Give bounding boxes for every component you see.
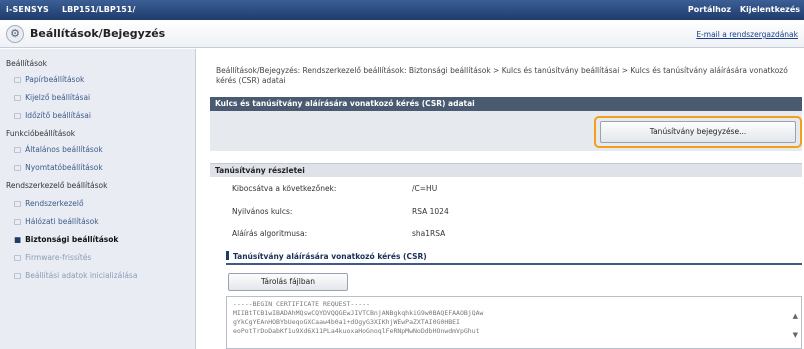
save-to-file-button[interactable]: Tárolás fájlban [228,273,348,291]
sidebar-item-firmware[interactable]: □ Firmware-frissítés [14,253,91,262]
scroll-down-arrow-icon[interactable]: ▼ [793,331,798,339]
csr-line: -----BEGIN CERTIFICATE REQUEST----- [233,300,370,308]
brand-logo: i-SENSYS [6,5,49,14]
detail-label-issued-to: Kibocsátva a következőnek: [232,184,337,193]
sidebar-group-system: Rendszerkezelő beállítások [6,181,108,190]
detail-label-signature-algorithm: Aláírás algoritmusa: [232,229,308,238]
scroll-up-arrow-icon[interactable]: ▲ [793,312,798,320]
top-bar: i-SENSYS LBP151/LBP151/ Portálhoz Kijele… [0,0,804,20]
csr-line: eoPotTrDoDabKf1u9Xd6X11PLa4kuoxaHoGnoqlF… [233,327,480,335]
sidebar-item-display[interactable]: □ Kijelző beállításai [14,93,90,102]
sidebar-item-general[interactable]: □ Általános beállítások [14,145,103,154]
sidebar-item-printer[interactable]: □ Nyomtatóbeállítások [14,163,103,172]
detail-label-public-key: Nyilvános kulcs: [232,207,293,216]
register-certificate-button[interactable]: Tanúsítvány bejegyzése... [600,121,796,143]
portal-link[interactable]: Portálhoz [688,5,731,14]
sidebar-group-functions: Funkcióbeállítások [6,129,76,138]
sidebar-item-network[interactable]: □ Hálózati beállítások [14,217,99,226]
model-name: LBP151/LBP151/ [62,5,136,14]
email-admin-link[interactable]: E-mail a rendszergazdának [696,30,798,39]
detail-value-issued-to: /C=HU [412,184,438,193]
sidebar-item-system-manager[interactable]: □ Rendszerkezelő [14,199,84,208]
sidebar-item-initialize[interactable]: □ Beállítási adatok inicializálása [14,271,137,280]
sidebar: Beállítások □ Papírbeállítások □ Kijelző b… [0,49,196,349]
csr-textarea[interactable]: -----BEGIN CERTIFICATE REQUEST----- MIIB… [226,296,802,349]
gear-icon: ⚙ [6,25,24,43]
logout-link[interactable]: Kijelentkezés [740,5,800,14]
csr-line: gYkCgYEAnHOBYbUeqoGXCaaw4b0a1+dOgyG3XIKh… [233,318,460,326]
csr-panel-title: Kulcs és tanúsítvány aláírására vonatkoz… [210,97,802,111]
breadcrumb: Beállítások/Bejegyzés: Rendszerkezelő be… [216,66,788,85]
detail-value-signature-algorithm: sha1RSA [412,229,446,238]
csr-line: MIIBtTCB1wIBADAhMQswCQYDVQQGEwJIVTCBnjAN… [233,309,484,317]
details-title: Tanúsítvány részletei [210,163,802,177]
sidebar-item-timer[interactable]: □ Időzítő beállításai [14,111,91,120]
top-links: Portálhoz Kijelentkezés [682,5,800,14]
detail-value-public-key: RSA 1024 [412,207,449,216]
sidebar-item-paper[interactable]: □ Papírbeállítások [14,75,84,84]
page-title: Beállítások/Bejegyzés [30,27,166,40]
csr-section-title: Tanúsítvány aláírására vonatkozó kérés (… [226,251,802,265]
sidebar-group-settings: Beállítások [6,59,47,68]
page-header: ⚙ Beállítások/Bejegyzés E-mail a rendsze… [0,20,804,48]
sidebar-item-security[interactable]: ■ Biztonsági beállítások [14,235,118,244]
